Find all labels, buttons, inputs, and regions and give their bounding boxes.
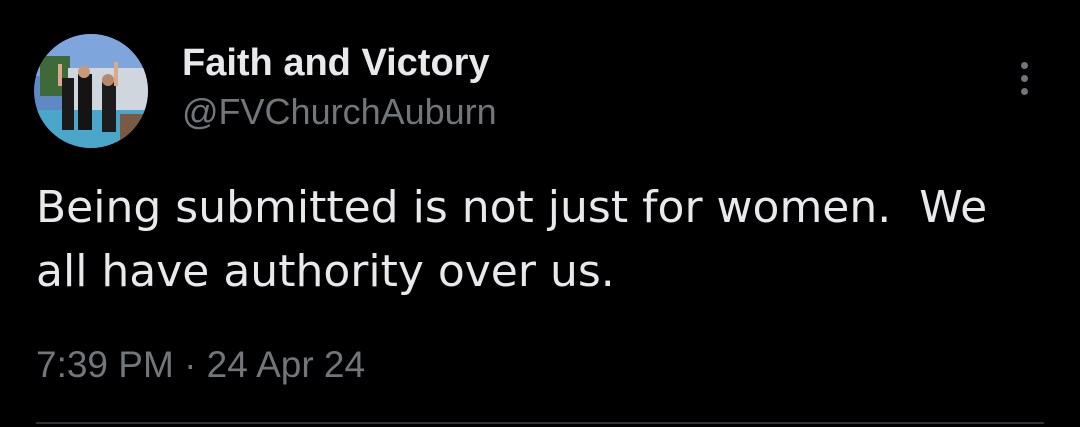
tweet-text: Being submitted is not just for women. W…: [36, 182, 988, 297]
more-vertical-icon: [1020, 74, 1028, 82]
more-options-button[interactable]: [1004, 58, 1044, 98]
user-handle[interactable]: @FVChurchAuburn: [182, 90, 497, 134]
avatar-image: [34, 34, 148, 148]
display-name[interactable]: Faith and Victory: [182, 40, 497, 86]
more-vertical-icon: [1020, 87, 1028, 95]
divider: [36, 422, 1044, 424]
tweet-timestamp[interactable]: 7:39 PM · 24 Apr 24: [36, 342, 365, 388]
tweet: Faith and Victory @FVChurchAuburn Being …: [0, 0, 1080, 427]
more-vertical-icon: [1020, 61, 1028, 69]
author-info: Faith and Victory @FVChurchAuburn: [182, 40, 497, 134]
avatar[interactable]: [34, 34, 148, 148]
